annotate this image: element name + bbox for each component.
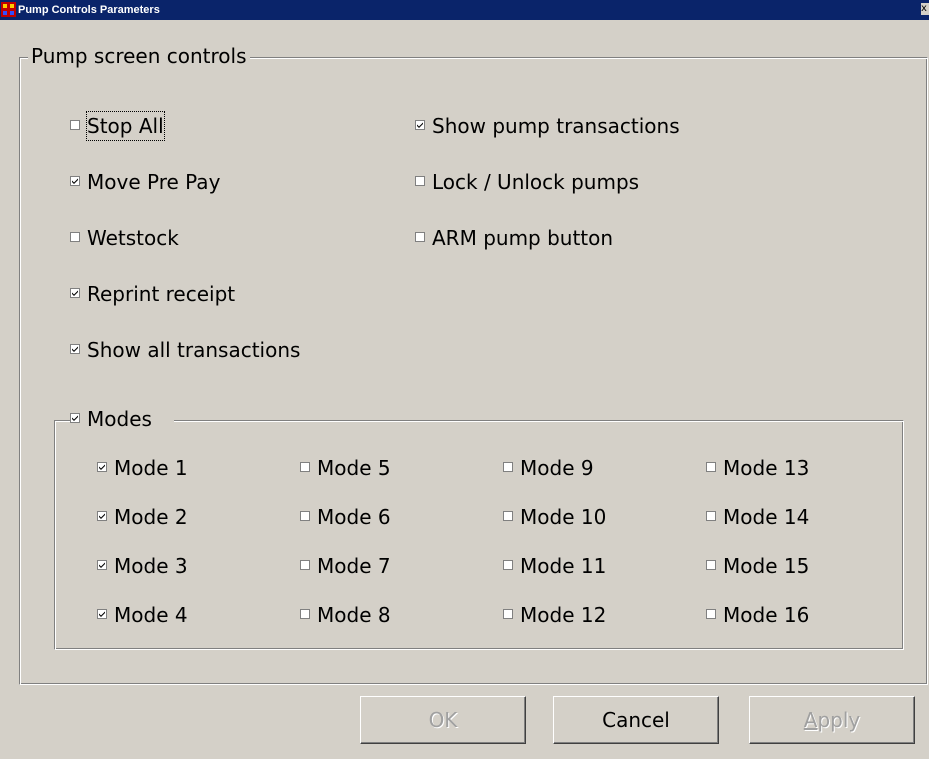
checkbox-box	[70, 344, 80, 354]
checkbox-mode-16-label: Mode 16	[723, 603, 810, 627]
apply-button[interactable]: Apply	[749, 696, 915, 744]
checkbox-wetstock-label: Wetstock	[87, 226, 179, 250]
group-title: Pump screen controls	[28, 44, 250, 68]
title-bar[interactable]: Pump Controls Parameters x	[0, 0, 929, 20]
checkbox-mode-7-label: Mode 7	[317, 554, 391, 578]
checkbox-mode-8-label: Mode 8	[317, 603, 391, 627]
check-icon	[72, 415, 78, 421]
checkbox-mode-11-label: Mode 11	[520, 554, 607, 578]
checkbox-box	[97, 462, 107, 472]
checkbox-mode-3-label: Mode 3	[114, 554, 188, 578]
checkbox-show-pump-transactions-label: Show pump transactions	[432, 114, 680, 138]
checkbox-box	[503, 609, 513, 619]
cancel-button[interactable]: Cancel	[553, 696, 719, 744]
checkbox-box	[300, 560, 310, 570]
checkbox-box	[503, 511, 513, 521]
app-grid-icon	[1, 2, 16, 17]
window-title: Pump Controls Parameters	[18, 4, 160, 16]
checkbox-box	[503, 462, 513, 472]
checkbox-mode-12-label: Mode 12	[520, 603, 607, 627]
check-icon	[72, 178, 78, 184]
checkbox-box	[300, 511, 310, 521]
checkbox-box	[503, 560, 513, 570]
check-icon	[99, 513, 105, 519]
checkbox-mode-2-label: Mode 2	[114, 505, 188, 529]
dialog-content: Pump screen controls Stop All Move Pre Pa…	[3, 20, 929, 759]
modes-label: Modes	[87, 407, 152, 431]
ok-button[interactable]: OK	[360, 696, 526, 744]
checkbox-box	[706, 462, 716, 472]
checkbox-box	[70, 413, 80, 423]
checkbox-box	[70, 288, 80, 298]
checkbox-show-all-transactions-label: Show all transactions	[87, 338, 301, 362]
checkbox-box	[415, 232, 425, 242]
checkbox-arm-pump-button-label: ARM pump button	[432, 226, 614, 250]
apply-mnemonic: A	[803, 708, 818, 732]
checkbox-stop-all-label: Stop All	[86, 111, 165, 141]
checkbox-box	[706, 560, 716, 570]
checkbox-mode-1-label: Mode 1	[114, 456, 188, 480]
checkbox-box	[706, 609, 716, 619]
checkbox-box	[300, 462, 310, 472]
checkbox-mode-6-label: Mode 6	[317, 505, 391, 529]
close-icon[interactable]: x	[921, 3, 929, 15]
checkbox-mode-5-label: Mode 5	[317, 456, 391, 480]
check-icon	[72, 290, 78, 296]
check-icon	[417, 122, 423, 128]
check-icon	[99, 611, 105, 617]
checkbox-box	[70, 120, 80, 130]
checkbox-box	[300, 609, 310, 619]
checkbox-mode-15-label: Mode 15	[723, 554, 810, 578]
checkbox-mode-4-label: Mode 4	[114, 603, 188, 627]
checkbox-box	[70, 232, 80, 242]
checkbox-box	[97, 609, 107, 619]
checkbox-lock-unlock-pumps-label: Lock / Unlock pumps	[432, 170, 640, 194]
checkbox-mode-13-label: Mode 13	[723, 456, 810, 480]
checkbox-box	[415, 176, 425, 186]
checkbox-mode-9-label: Mode 9	[520, 456, 594, 480]
checkbox-reprint-receipt-label: Reprint receipt	[87, 282, 236, 306]
checkbox-box	[70, 176, 80, 186]
checkbox-box	[97, 560, 107, 570]
checkbox-mode-14-label: Mode 14	[723, 505, 810, 529]
checkbox-move-pre-pay-label: Move Pre Pay	[87, 170, 221, 194]
checkbox-box	[415, 120, 425, 130]
check-icon	[72, 346, 78, 352]
checkbox-mode-10-label: Mode 10	[520, 505, 607, 529]
modes-checkbox[interactable]: Modes	[70, 405, 174, 433]
check-icon	[99, 464, 105, 470]
apply-label-rest: pply	[817, 708, 861, 732]
dialog-window: Pump Controls Parameters x Pump screen c…	[0, 0, 929, 759]
checkbox-box	[706, 511, 716, 521]
check-icon	[99, 562, 105, 568]
checkbox-box	[97, 511, 107, 521]
